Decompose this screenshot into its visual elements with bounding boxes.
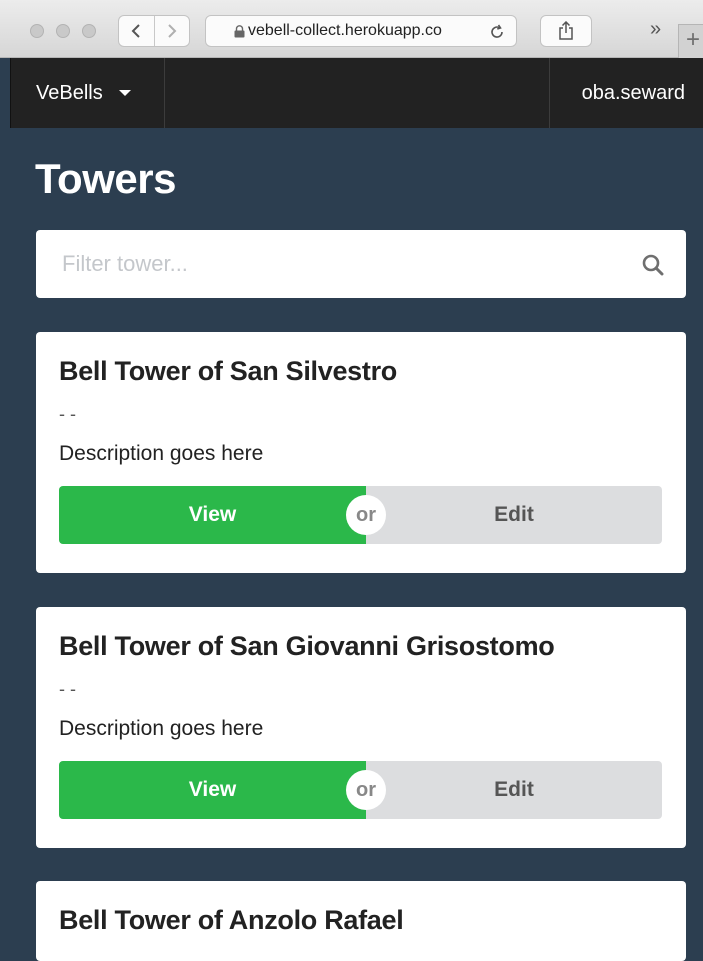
filter-tower-input[interactable] bbox=[36, 230, 626, 298]
overflow-menu-button[interactable]: » bbox=[650, 18, 661, 41]
tower-actions: View Edit or bbox=[59, 761, 662, 819]
caret-down-icon bbox=[118, 90, 131, 96]
tower-name: Bell Tower of Anzolo Rafael bbox=[59, 905, 404, 935]
new-tab-button[interactable]: + bbox=[678, 24, 703, 58]
tower-name: Bell Tower of San Giovanni Grisostomo bbox=[59, 631, 555, 661]
brand-label: VeBells bbox=[36, 81, 103, 104]
tower-card: Bell Tower of Anzolo Rafael bbox=[36, 881, 686, 961]
address-bar[interactable]: vebell-collect.herokuapp.co bbox=[205, 15, 517, 47]
view-button[interactable]: View bbox=[59, 486, 366, 544]
or-divider: or bbox=[346, 770, 386, 810]
tower-meta: - - bbox=[59, 404, 76, 424]
user-menu[interactable]: oba.seward bbox=[549, 58, 703, 128]
app-navbar: VeBells oba.seward bbox=[10, 58, 703, 128]
reload-icon[interactable] bbox=[488, 23, 506, 41]
or-divider: or bbox=[346, 495, 386, 535]
page-title: Towers bbox=[35, 155, 176, 202]
forward-button[interactable] bbox=[153, 16, 190, 46]
username-label: oba.seward bbox=[581, 81, 685, 104]
search-box bbox=[36, 230, 686, 298]
edit-button[interactable]: Edit bbox=[366, 761, 662, 819]
history-nav bbox=[118, 15, 190, 47]
edit-button[interactable]: Edit bbox=[366, 486, 662, 544]
share-icon bbox=[559, 21, 573, 40]
url-text: vebell-collect.herokuapp.co bbox=[248, 22, 442, 39]
share-button[interactable] bbox=[540, 15, 592, 47]
brand-dropdown[interactable]: VeBells bbox=[11, 58, 165, 128]
chevron-left-icon bbox=[131, 24, 140, 38]
back-button[interactable] bbox=[119, 16, 154, 46]
lock-icon bbox=[234, 25, 245, 38]
tower-description: Description goes here bbox=[59, 717, 264, 740]
view-button[interactable]: View bbox=[59, 761, 366, 819]
window-close-button[interactable] bbox=[30, 24, 44, 38]
main-content: Towers Bell Tower of San Silvestro - - D… bbox=[10, 128, 703, 961]
search-icon[interactable] bbox=[642, 254, 664, 276]
tower-description: Description goes here bbox=[59, 442, 264, 465]
tower-actions: View Edit or bbox=[59, 486, 662, 544]
window-minimize-button[interactable] bbox=[56, 24, 70, 38]
tower-name: Bell Tower of San Silvestro bbox=[59, 356, 397, 386]
tower-card: Bell Tower of San Silvestro - - Descript… bbox=[36, 332, 686, 573]
window-zoom-button[interactable] bbox=[82, 24, 96, 38]
tower-card: Bell Tower of San Giovanni Grisostomo - … bbox=[36, 607, 686, 848]
browser-toolbar: vebell-collect.herokuapp.co » + bbox=[0, 0, 703, 58]
tower-meta: - - bbox=[59, 679, 76, 699]
chevron-right-icon bbox=[168, 24, 177, 38]
